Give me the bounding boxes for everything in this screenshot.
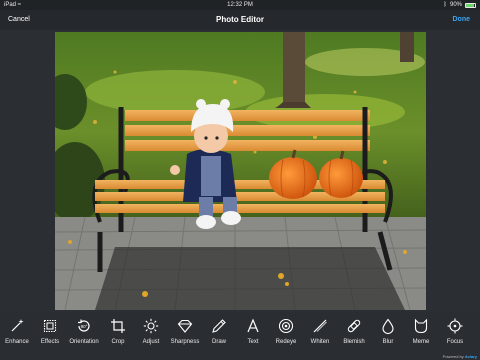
bandage-icon — [347, 319, 361, 333]
tool-label-effects: Effects — [40, 339, 60, 345]
tool-label-blemish: Blemish — [343, 339, 365, 345]
svg-text:90°: 90° — [81, 324, 88, 329]
tool-label-redeye: Redeye — [275, 339, 297, 345]
battery-fill — [466, 3, 475, 7]
tool-label-adjust: Adjust — [142, 339, 160, 345]
tool-label-text: Text — [247, 339, 259, 345]
tool-blur[interactable]: Blur — [371, 316, 405, 356]
magic-wand-icon — [11, 319, 24, 332]
powered-prefix: Powered by — [442, 354, 464, 359]
tool-label-whiten: Whiten — [310, 339, 330, 345]
tool-whiten[interactable]: Whiten — [303, 316, 337, 356]
tool-label-draw: Draw — [211, 339, 226, 345]
crop-icon — [111, 319, 125, 333]
battery-text: 90% — [449, 2, 462, 8]
tool-enhance[interactable]: Enhance — [0, 316, 34, 356]
nav-bar: Cancel Photo Editor Done — [0, 10, 480, 30]
page-title: Photo Editor — [216, 15, 264, 24]
powered-by: Powered by Aviary — [443, 354, 477, 359]
tool-label-crop: Crop — [111, 339, 125, 345]
tool-label-blur: Blur — [382, 339, 394, 345]
tool-effects[interactable]: Effects — [33, 316, 67, 356]
battery-icon — [465, 2, 476, 8]
rotate-icon: 90° — [78, 319, 90, 332]
status-time: 12:32 PM — [227, 2, 253, 8]
tool-sharpness[interactable]: Sharpness — [168, 316, 202, 356]
tool-meme[interactable]: Meme — [404, 316, 438, 356]
powered-brand: Aviary — [464, 354, 477, 359]
cat-icon — [414, 318, 428, 334]
tool-focus[interactable]: Focus — [438, 316, 472, 356]
drop-icon — [382, 318, 394, 334]
tool-crop[interactable]: Crop — [101, 316, 135, 356]
status-bar: iPad ≈ 12:32 PM ᛒ 90% — [0, 0, 480, 10]
photo-canvas[interactable] — [55, 32, 426, 310]
text-icon — [247, 318, 259, 333]
eye-icon — [278, 318, 294, 334]
sun-icon — [143, 318, 159, 334]
done-button[interactable]: Done — [453, 10, 471, 30]
tool-blemish[interactable]: Blemish — [337, 316, 371, 356]
tool-label-meme: Meme — [412, 339, 430, 345]
bluetooth-icon: ᛒ — [443, 2, 447, 8]
diamond-icon — [177, 319, 193, 333]
effects-icon — [43, 319, 57, 333]
focus-icon — [447, 318, 463, 334]
tool-label-focus: Focus — [446, 339, 464, 345]
tool-toolbar: Enhance Effects 90° Orientation Crop Adj… — [0, 312, 480, 360]
tool-orientation[interactable]: 90° Orientation — [67, 316, 101, 356]
brush-icon — [313, 319, 327, 333]
tool-draw[interactable]: Draw — [202, 316, 236, 356]
pencil-icon — [212, 319, 226, 333]
photo-image — [55, 32, 426, 310]
status-right: ᛒ 90% — [443, 0, 476, 10]
tool-text[interactable]: Text — [236, 316, 270, 356]
tool-adjust[interactable]: Adjust — [134, 316, 168, 356]
tool-label-enhance: Enhance — [5, 339, 29, 345]
tool-redeye[interactable]: Redeye — [269, 316, 303, 356]
tool-label-sharpness: Sharpness — [170, 339, 200, 345]
tool-label-orientation: Orientation — [69, 339, 99, 345]
